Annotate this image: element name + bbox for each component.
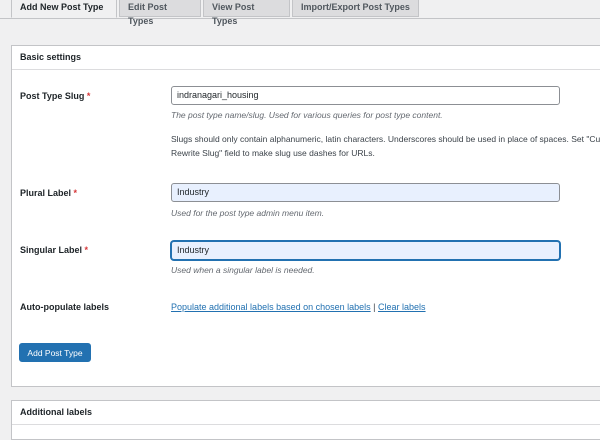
add-post-type-button[interactable]: Add Post Type [19,343,91,362]
auto-populate-links: Populate additional labels based on chos… [171,300,426,314]
post-type-slug-description: The post type name/slug. Used for variou… [171,110,443,120]
post-type-slug-input[interactable]: indranagari_housing [171,86,560,105]
link-separator: | [373,302,376,312]
plural-label-text: Plural Label [20,188,72,198]
post-type-slug-label-text: Post Type Slug [20,91,85,101]
singular-label-description: Used when a singular label is needed. [171,265,315,275]
plural-label-label: Plural Label * [20,188,77,198]
plural-label-input[interactable]: Industry [171,183,560,202]
slug-note-line-1: Slugs should only contain alphanumeric, … [171,134,600,144]
singular-label-input[interactable]: Industry [171,241,560,260]
singular-label-text: Singular Label [20,245,83,255]
tab-add-new-post-type[interactable]: Add New Post Type [11,0,117,18]
additional-labels-heading[interactable]: Additional labels [12,401,600,425]
slug-note-line-2: Rewrite Slug" field to make slug use das… [171,148,375,158]
singular-label-label: Singular Label * [20,245,88,255]
required-marker: * [73,188,78,198]
tab-import-export-post-types[interactable]: Import/Export Post Types [292,0,419,17]
post-type-slug-label: Post Type Slug * [20,91,90,101]
tab-edit-post-types[interactable]: Edit Post Types [119,0,201,26]
clear-labels-link[interactable]: Clear labels [378,302,426,312]
tab-view-post-types[interactable]: View Post Types [203,0,290,26]
plural-label-description: Used for the post type admin menu item. [171,208,325,218]
required-marker: * [84,245,89,255]
required-marker: * [86,91,91,101]
auto-populate-labels-label: Auto-populate labels [20,302,110,312]
additional-labels-panel: Additional labels [11,400,600,440]
populate-labels-link[interactable]: Populate additional labels based on chos… [171,302,371,312]
nav-tab-wrapper: Add New Post Type Edit Post Types View P… [0,0,600,26]
basic-settings-heading[interactable]: Basic settings [12,46,600,70]
